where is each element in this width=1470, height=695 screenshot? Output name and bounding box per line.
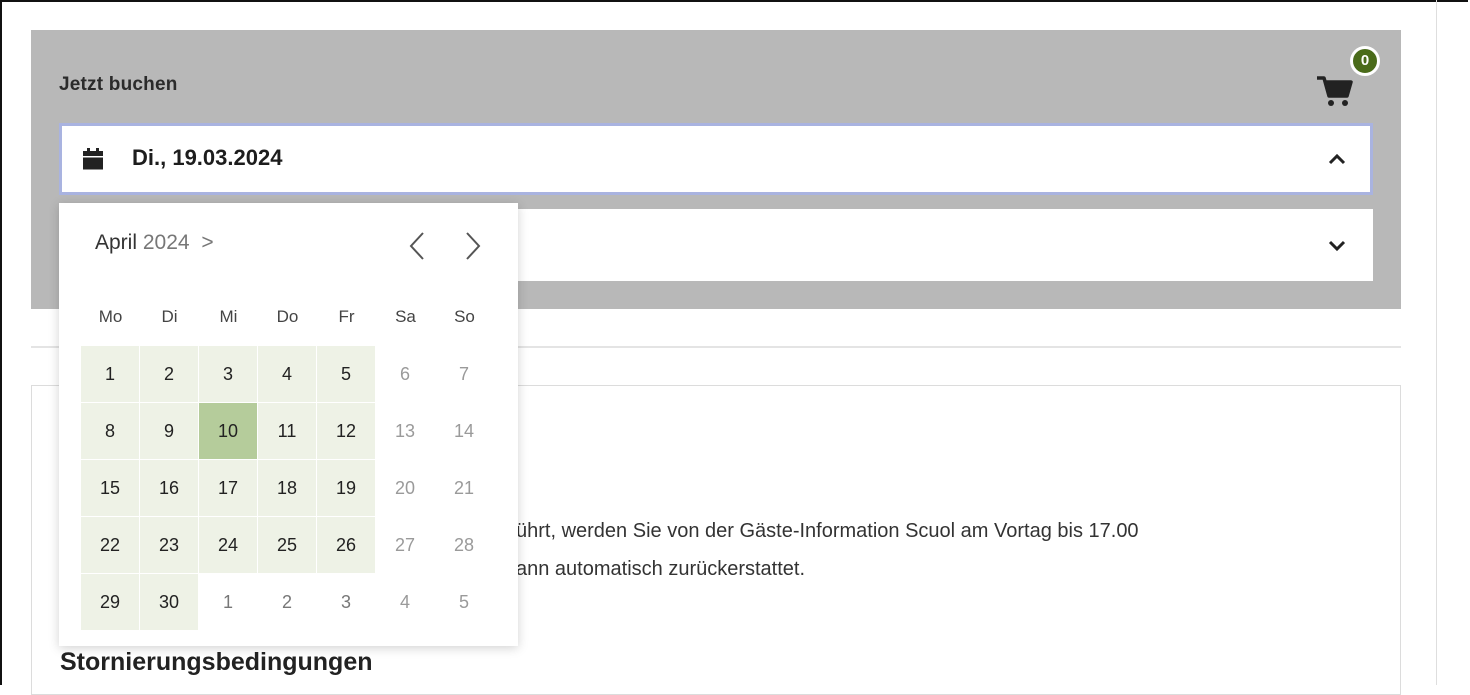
cart-icon[interactable] — [1315, 70, 1355, 110]
day-cell: 27 — [394, 535, 416, 555]
year-label: 2024 — [142, 231, 190, 254]
day-cell[interactable]: 23 — [140, 517, 198, 573]
weekday-label: Mo — [98, 307, 123, 326]
day-cell[interactable]: 15 — [81, 460, 139, 516]
day-cell: 14 — [453, 421, 475, 441]
weekday-label: Do — [276, 307, 299, 326]
day-cell: 4 — [399, 592, 410, 612]
day-cell[interactable]: 22 — [81, 517, 139, 573]
day-cell: 21 — [453, 478, 475, 498]
day-cell[interactable]: 29 — [81, 574, 139, 630]
cart-count-badge: 0 — [1350, 46, 1380, 76]
selected-date: Di., 19.03.2024 — [132, 145, 283, 170]
chevron-down-icon[interactable] — [1328, 239, 1346, 253]
day-cell: 28 — [453, 535, 475, 555]
day-cell: 2 — [281, 592, 292, 612]
info-text-line-1: ührt, werden Sie von der Gäste-Informati… — [516, 520, 1139, 542]
day-cell[interactable]: 5 — [317, 346, 375, 402]
weekday-label: Mi — [219, 307, 238, 326]
cancellation-heading: Stornierungsbedingungen — [60, 648, 373, 676]
date-select-field[interactable]: Di., 19.03.2024 — [59, 123, 1373, 195]
day-cell[interactable]: 3 — [199, 346, 257, 402]
weekday-label: So — [454, 307, 475, 326]
day-cell[interactable]: 18 — [258, 460, 316, 516]
day-cell[interactable]: 4 — [258, 346, 316, 402]
day-cell[interactable]: 11 — [258, 403, 316, 459]
weekday-label: Fr — [338, 307, 355, 326]
caret-right-icon: > — [201, 231, 214, 254]
day-cell: 3 — [340, 592, 351, 612]
datepicker-popup: April 2024 > Mo Di Mi Do Fr Sa So 1 2 3 4 5 6 7 8 9 10 1… — [59, 203, 518, 646]
day-cell[interactable]: 9 — [140, 403, 198, 459]
day-cell: 5 — [458, 592, 469, 612]
day-cell: 20 — [394, 478, 416, 498]
day-cell[interactable]: 26 — [317, 517, 375, 573]
weekday-label: Sa — [395, 307, 416, 326]
chevron-up-icon[interactable] — [1328, 152, 1346, 166]
booking-title: Jetzt buchen — [59, 74, 178, 95]
month-year-selector[interactable]: April 2024 > — [95, 231, 214, 255]
day-cell: 7 — [458, 364, 469, 384]
day-cell[interactable]: 17 — [199, 460, 257, 516]
month-label: April — [95, 231, 138, 254]
day-cell[interactable]: 16 — [140, 460, 198, 516]
day-cell[interactable]: 25 — [258, 517, 316, 573]
day-cell[interactable]: 2 — [140, 346, 198, 402]
day-cell: 13 — [394, 421, 416, 441]
info-text-line-2: ann automatisch zurückerstattet. — [516, 558, 806, 580]
day-cell[interactable]: 1 — [81, 346, 139, 402]
next-month-button[interactable] — [461, 229, 485, 263]
previous-month-button[interactable] — [405, 229, 429, 263]
right-divider — [1436, 0, 1437, 685]
day-cell[interactable]: 30 — [140, 574, 198, 630]
weekday-label: Di — [161, 307, 178, 326]
calendar-icon — [83, 148, 103, 170]
day-cell[interactable]: 12 — [317, 403, 375, 459]
day-cell: 1 — [222, 592, 233, 612]
day-cell[interactable]: 19 — [317, 460, 375, 516]
day-cell[interactable]: 24 — [199, 517, 257, 573]
day-cell-selected[interactable]: 10 — [199, 403, 257, 459]
day-cell: 6 — [399, 364, 410, 384]
day-cell[interactable]: 8 — [81, 403, 139, 459]
